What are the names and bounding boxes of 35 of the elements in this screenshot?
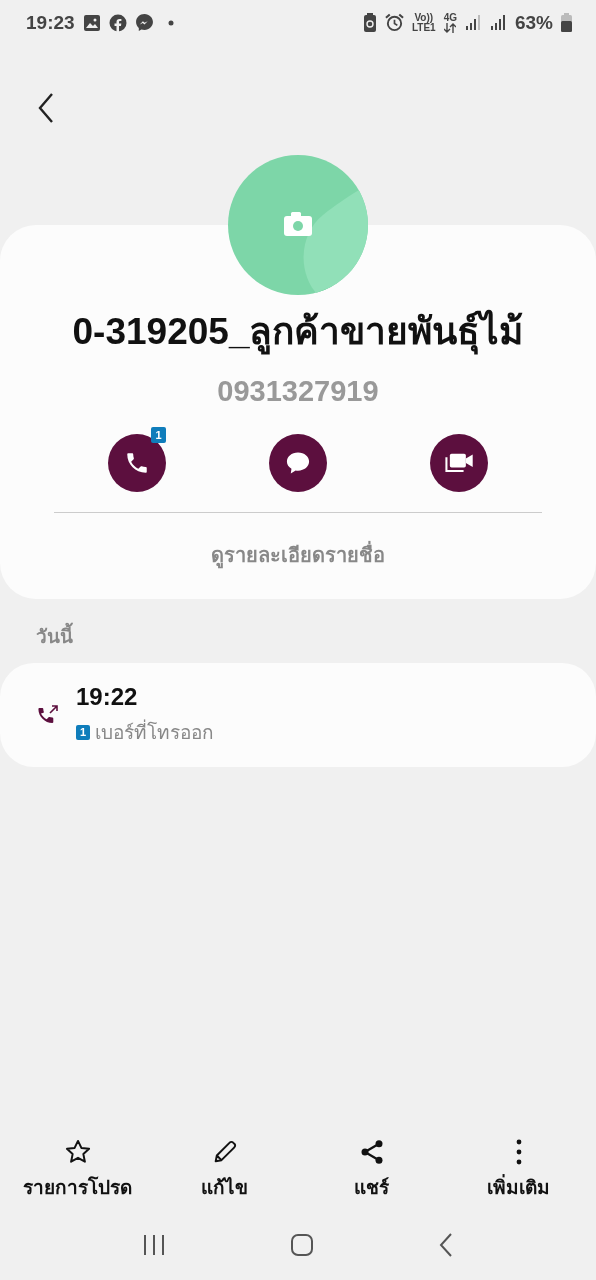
more-button[interactable]: เพิ่มเติม bbox=[448, 1138, 589, 1202]
favorite-button[interactable]: รายการโปรด bbox=[7, 1138, 148, 1202]
call-time: 19:22 bbox=[76, 683, 139, 711]
phone-icon bbox=[124, 450, 150, 476]
battery-saver-icon bbox=[362, 13, 377, 32]
gallery-icon bbox=[82, 13, 101, 32]
section-header: วันนี้ bbox=[36, 621, 596, 651]
call-log-entry[interactable]: 19:22 1 เบอร์ที่โทรออก bbox=[0, 663, 596, 767]
data-arrows-icon bbox=[444, 22, 457, 33]
edit-button[interactable]: แก้ไข bbox=[154, 1138, 295, 1202]
home-button[interactable] bbox=[290, 1233, 314, 1257]
share-button[interactable]: แชร์ bbox=[301, 1138, 442, 1202]
messenger-icon bbox=[134, 13, 154, 32]
facebook-icon bbox=[108, 13, 127, 32]
signal-icon bbox=[464, 14, 482, 31]
recent-apps-button[interactable] bbox=[142, 1233, 166, 1257]
camera-icon bbox=[284, 212, 312, 236]
star-icon bbox=[63, 1138, 92, 1166]
network-type-label: 4G bbox=[443, 12, 457, 23]
contact-name: 0-319205_ลูกค้าขายพันธุ์ไม้ bbox=[72, 311, 524, 353]
battery-icon bbox=[561, 13, 572, 32]
clock-time: 19:23 bbox=[26, 11, 75, 34]
sim-badge: 1 bbox=[76, 724, 90, 740]
alarm-icon bbox=[384, 13, 404, 32]
volte-label: Vo)) bbox=[414, 12, 434, 23]
signal-icon bbox=[489, 14, 507, 31]
phone-number: 0931327919 bbox=[217, 375, 379, 408]
sim-badge: 1 bbox=[151, 427, 166, 443]
call-type: เบอร์ที่โทรออก bbox=[95, 717, 214, 747]
back-nav-button[interactable] bbox=[438, 1232, 454, 1258]
lte-label: LTE1 bbox=[411, 22, 436, 33]
video-button[interactable] bbox=[430, 434, 488, 492]
message-button[interactable] bbox=[269, 434, 327, 492]
battery-percentage: 63% bbox=[514, 11, 553, 34]
notification-dot-icon bbox=[167, 19, 174, 26]
